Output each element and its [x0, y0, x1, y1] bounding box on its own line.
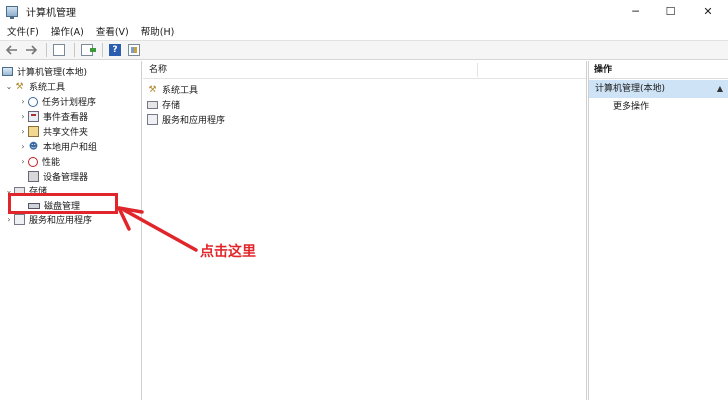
tree-item-system-tools[interactable]: ⌄ ⚒ 系统工具: [4, 79, 65, 94]
console-tree-icon: [53, 44, 65, 56]
list-item[interactable]: ⚒ 系统工具: [147, 82, 198, 97]
tree-item-label: 事件查看器: [43, 113, 89, 123]
tree-item-label: 性能: [42, 158, 61, 168]
clock-icon: [28, 96, 38, 107]
maximize-button[interactable]: ☐: [653, 0, 688, 22]
close-button[interactable]: ✕: [688, 0, 728, 22]
minimize-button[interactable]: ─: [618, 0, 653, 22]
actions-pane: 操作 计算机管理(本地) ▲ 更多操作: [588, 61, 728, 400]
column-name-header[interactable]: 名称: [143, 62, 478, 77]
actions-group-header[interactable]: 计算机管理(本地) ▲: [589, 80, 728, 98]
shared-folder-icon: [28, 126, 39, 137]
actions-group-label: 计算机管理(本地): [595, 84, 666, 94]
list-item[interactable]: 服务和应用程序: [147, 112, 225, 127]
tree-item-label: 任务计划程序: [42, 98, 97, 108]
performance-icon: [28, 156, 38, 167]
services-icon: [14, 214, 25, 225]
storage-icon: [147, 100, 158, 109]
tree-item-label: 系统工具: [29, 83, 66, 93]
forward-button[interactable]: [23, 42, 39, 58]
tree-item-task-scheduler[interactable]: › 任务计划程序: [18, 94, 96, 109]
menu-view[interactable]: 查看(V): [91, 24, 134, 38]
list-item-label: 系统工具: [162, 86, 199, 96]
tree-item-performance[interactable]: › 性能: [18, 154, 60, 169]
menu-bar: 文件(F) 操作(A) 查看(V) 帮助(H): [0, 22, 728, 40]
collapse-triangle-icon[interactable]: ▲: [717, 80, 723, 98]
computer-icon: [2, 67, 13, 76]
more-actions-label: 更多操作: [613, 102, 650, 112]
event-viewer-icon: [28, 111, 39, 122]
menu-action[interactable]: 操作(A): [46, 24, 89, 38]
tools-icon: ⚒: [15, 81, 24, 92]
tree-item-device-manager[interactable]: 设备管理器: [18, 169, 88, 184]
toolbar: ?: [0, 40, 728, 60]
back-arrow-icon: [6, 45, 17, 55]
window-title: 计算机管理: [26, 7, 76, 19]
users-icon: ☻: [28, 141, 39, 152]
device-manager-icon: [28, 171, 39, 182]
forward-arrow-icon: [26, 45, 37, 55]
annotation-text: 点击这里: [200, 244, 256, 260]
more-actions-link[interactable]: 更多操作: [613, 100, 649, 115]
tools-icon: ⚒: [148, 84, 157, 95]
actions-title: 操作: [589, 61, 728, 79]
title-bar: 计算机管理 ─ ☐ ✕: [0, 0, 728, 22]
chevron-right-icon[interactable]: ›: [18, 112, 28, 121]
highlight-box: [8, 193, 118, 214]
window-controls: ─ ☐ ✕: [618, 0, 728, 22]
tree-item-local-users[interactable]: › ☻ 本地用户和组: [18, 139, 97, 154]
chevron-down-icon[interactable]: ⌄: [4, 82, 14, 91]
toolbar-separator: [46, 43, 47, 57]
computer-management-icon: [6, 5, 18, 19]
console-tree: 计算机管理(本地) ⌄ ⚒ 系统工具 › 任务计划程序 › 事件查看器 › 共享…: [0, 61, 142, 400]
toolbar-separator: [74, 43, 75, 57]
tree-item-label: 本地用户和组: [43, 143, 98, 153]
menu-file[interactable]: 文件(F): [2, 24, 44, 38]
tree-item-label: 服务和应用程序: [29, 216, 93, 226]
results-pane: 名称 ⚒ 系统工具 存储 服务和应用程序: [143, 61, 587, 400]
help-icon: ?: [109, 44, 121, 56]
column-header: 名称: [143, 61, 586, 79]
chevron-right-icon[interactable]: ›: [18, 142, 28, 151]
tree-item-label: 共享文件夹: [43, 128, 89, 138]
chevron-right-icon[interactable]: ›: [18, 97, 28, 106]
chevron-right-icon[interactable]: ›: [18, 157, 28, 166]
list-item-label: 服务和应用程序: [162, 116, 226, 126]
tree-item-shared-folders[interactable]: › 共享文件夹: [18, 124, 88, 139]
services-icon: [147, 114, 158, 125]
menu-help[interactable]: 帮助(H): [136, 24, 180, 38]
export-list-button[interactable]: [79, 42, 96, 58]
show-hide-tree-button[interactable]: [51, 42, 67, 58]
tree-item-services-apps[interactable]: › 服务和应用程序: [4, 212, 92, 227]
tree-item-root[interactable]: 计算机管理(本地): [2, 64, 87, 79]
action-pane-icon: [128, 44, 140, 56]
list-item-label: 存储: [162, 101, 181, 111]
toolbar-separator: [102, 43, 103, 57]
back-button[interactable]: [4, 42, 20, 58]
tree-item-label: 计算机管理(本地): [17, 68, 88, 78]
tree-item-label: 设备管理器: [43, 173, 89, 183]
export-icon: [81, 44, 96, 56]
help-button[interactable]: ?: [107, 42, 123, 58]
list-item[interactable]: 存储: [147, 97, 180, 112]
chevron-right-icon[interactable]: ›: [4, 215, 14, 224]
chevron-right-icon[interactable]: ›: [18, 127, 28, 136]
tree-item-event-viewer[interactable]: › 事件查看器: [18, 109, 88, 124]
show-hide-action-pane-button[interactable]: [126, 42, 142, 58]
